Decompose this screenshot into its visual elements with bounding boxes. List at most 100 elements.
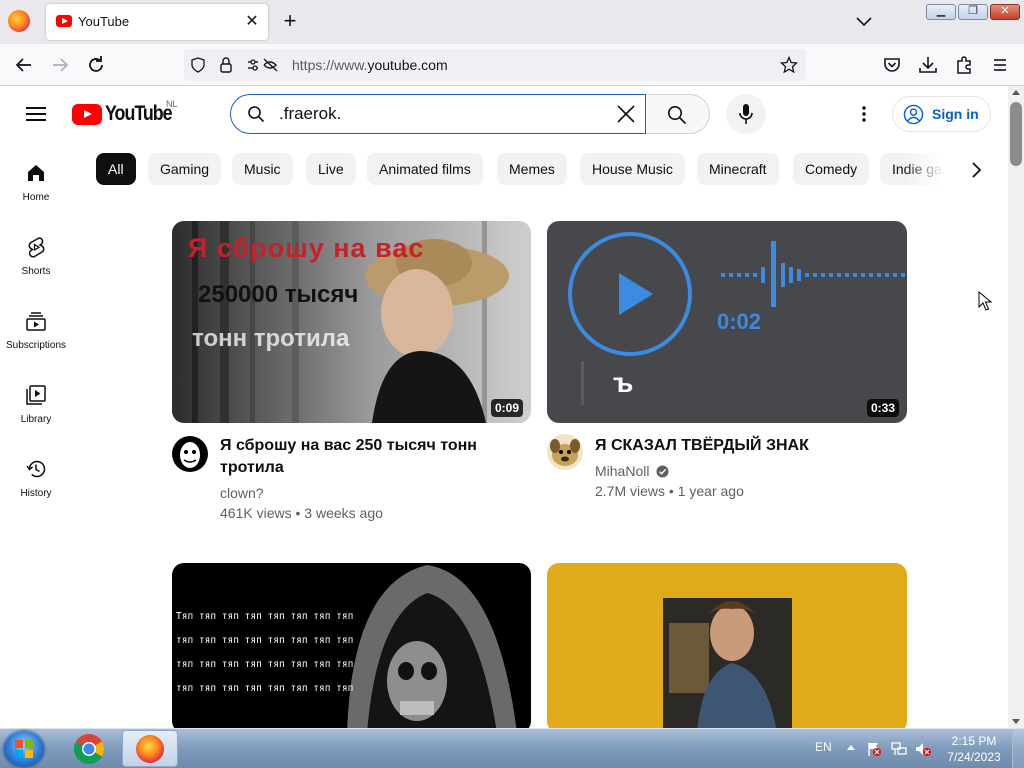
channel-name[interactable]: clown? (220, 483, 264, 503)
chip-animated-films[interactable]: Animated films (367, 153, 483, 185)
mouse-cursor-icon (978, 291, 992, 311)
window-maximize-button[interactable]: ❐ (958, 4, 988, 20)
channel-avatar[interactable] (172, 436, 208, 472)
sidebar-item-label: History (20, 488, 52, 499)
chip-live[interactable]: Live (306, 153, 356, 185)
action-center-flag-icon[interactable] (866, 741, 882, 757)
reload-icon[interactable] (84, 53, 108, 77)
page-scrollbar[interactable] (1008, 86, 1024, 728)
tab-close-button[interactable]: ✕ (242, 12, 262, 32)
upload-age: 3 weeks ago (304, 505, 383, 521)
channel-avatar[interactable] (547, 434, 583, 470)
video-title[interactable]: Я СКАЗАЛ ТВЁРДЫЙ ЗНАК (595, 435, 809, 457)
lock-icon[interactable] (218, 56, 234, 74)
clown-avatar-icon (180, 442, 200, 468)
video-thumbnail[interactable]: Я сброшу на вас 250000 тысяч тонн тротил… (172, 221, 531, 423)
new-tab-button[interactable]: + (278, 10, 302, 34)
network-icon[interactable] (891, 741, 907, 757)
chip-memes[interactable]: Memes (497, 153, 567, 185)
taskbar-firefox[interactable] (122, 730, 178, 767)
account-circle-icon (903, 104, 924, 125)
video-thumbnail[interactable]: Тяп тяп тяп тяп тяп тяп тяп тяп тяп тяп … (172, 563, 531, 728)
extensions-icon[interactable] (952, 53, 976, 77)
video-title-line2[interactable]: тротила (220, 457, 284, 479)
library-icon (26, 385, 46, 405)
shorts-icon (28, 237, 45, 258)
microphone-icon (739, 104, 753, 124)
sidebar-item-subscriptions[interactable]: Subscriptions (0, 310, 72, 384)
window-minimize-button[interactable]: ▁ (926, 4, 956, 20)
video-thumbnail[interactable] (547, 563, 907, 728)
channel-name[interactable]: MihaNoll (595, 461, 649, 481)
subscriptions-icon (26, 312, 46, 331)
back-arrow-icon[interactable] (12, 53, 36, 77)
tab-youtube[interactable]: YouTube ✕ (46, 4, 268, 40)
sidebar-item-label: Shorts (21, 266, 51, 277)
video-duration: 0:33 (866, 399, 899, 417)
window-close-button[interactable]: ✕ (990, 4, 1020, 20)
youtube-favicon-icon (56, 15, 72, 27)
sign-in-button[interactable]: Sign in (892, 96, 991, 132)
pocket-icon[interactable] (880, 53, 904, 77)
language-indicator[interactable]: EN (815, 740, 832, 754)
search-icon (248, 106, 265, 123)
scroll-up-arrow-icon[interactable] (1012, 90, 1020, 95)
chip-all[interactable]: All (96, 153, 136, 185)
video-stats: 461K views • 3 weeks ago (220, 503, 383, 523)
clear-search-icon[interactable] (613, 101, 639, 127)
video-title[interactable]: Я сброшу на вас 250 тысяч тонн (220, 435, 477, 457)
firefox-view-icon[interactable] (8, 10, 30, 32)
youtube-logo-text: YouTube (105, 102, 173, 125)
forward-arrow-icon[interactable] (48, 53, 72, 77)
taskbar-chrome[interactable] (62, 730, 118, 767)
chip-music[interactable]: Music (232, 153, 293, 185)
app-menu-icon[interactable] (988, 53, 1012, 77)
volume-muted-icon[interactable] (915, 741, 931, 757)
show-hidden-icons-icon[interactable] (847, 745, 855, 750)
voice-search-button[interactable] (726, 94, 766, 134)
clock-time[interactable]: 2:15 PM (946, 734, 1002, 748)
chips-fade (904, 153, 944, 185)
youtube-page: YouTube NL .fraerok. Sign in Home Shorts… (0, 86, 1008, 728)
chip-house-music[interactable]: House Music (580, 153, 685, 185)
view-count: 461K views (220, 505, 292, 521)
sidebar-item-home[interactable]: Home (0, 162, 72, 236)
tab-title: YouTube (78, 14, 130, 29)
region-code: NL (166, 99, 178, 109)
address-bar[interactable]: https://www.youtube.com (184, 49, 806, 81)
sidebar-item-shorts[interactable]: Shorts (0, 236, 72, 310)
thumbnail-caption: тяп тяп тяп тяп тяп тяп тяп тяп (176, 683, 354, 694)
browser-tab-bar: YouTube ✕ + ▁ ❐ ✕ (0, 0, 1024, 44)
search-button[interactable] (646, 94, 710, 134)
thumbnail-caption: тонн тротила (192, 325, 350, 352)
separator-dot: • (668, 483, 674, 499)
search-input[interactable]: .fraerok. (230, 94, 646, 134)
sidebar-item-library[interactable]: Library (0, 384, 72, 458)
start-button[interactable] (4, 731, 44, 767)
home-icon (28, 165, 44, 181)
video-stats: 2.7M views • 1 year ago (595, 481, 744, 501)
bookmark-star-icon[interactable] (780, 56, 798, 74)
chip-comedy[interactable]: Comedy (793, 153, 870, 185)
windows-taskbar: EN 2:15 PM 7/24/2023 (0, 728, 1024, 768)
windows-logo-icon (15, 740, 33, 758)
settings-more-icon[interactable] (852, 102, 876, 126)
permissions-icon[interactable] (246, 57, 280, 73)
list-all-tabs-icon[interactable] (852, 12, 876, 32)
sidebar-item-label: Subscriptions (5, 340, 67, 351)
sidebar-item-label: Library (20, 414, 52, 425)
video-thumbnail[interactable]: 0:02 ъ 0:33 (547, 221, 907, 423)
scroll-down-arrow-icon[interactable] (1012, 719, 1020, 724)
chip-minecraft[interactable]: Minecraft (697, 153, 779, 185)
clock-date[interactable]: 7/24/2023 (942, 750, 1006, 764)
separator-dot: • (295, 505, 301, 521)
show-desktop-button[interactable] (1012, 729, 1024, 768)
chip-gaming[interactable]: Gaming (148, 153, 222, 185)
downloads-icon[interactable] (916, 53, 940, 77)
scrollbar-thumb[interactable] (1010, 102, 1022, 166)
chevron-right-icon[interactable] (964, 158, 988, 182)
thumbnail-caption: Я сброшу на вас (188, 233, 425, 263)
sidebar-item-history[interactable]: History (0, 458, 72, 532)
guide-menu-icon[interactable] (24, 102, 48, 126)
tracking-protection-shield-icon[interactable] (190, 57, 206, 73)
